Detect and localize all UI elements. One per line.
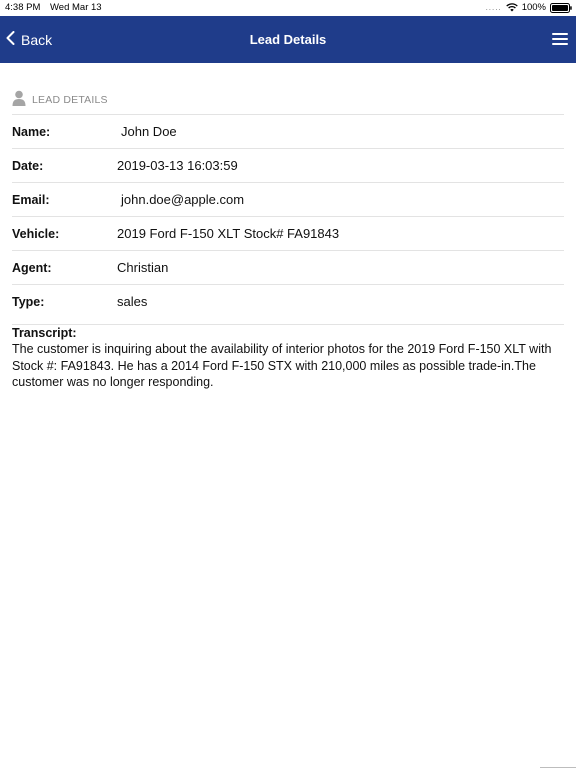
detail-label: Type: [12,294,45,309]
signal-dots: ..... [485,3,502,12]
detail-value: 2019-03-13 16:03:59 [117,158,238,173]
detail-row-date: Date: 2019-03-13 16:03:59 [12,148,564,182]
detail-label: Email: [12,192,50,207]
section-header: LEAD DETAILS [12,90,108,109]
lead-details-list: Name: John Doe Date: 2019-03-13 16:03:59… [12,114,564,318]
transcript-label: Transcript: [12,326,77,340]
detail-row-type: Type: sales [12,284,564,318]
page-title: Lead Details [249,32,327,47]
detail-label: Date: [12,158,44,173]
battery-percent: 100% [521,2,546,13]
transcript-text: The customer is inquiring about the avai… [12,342,552,389]
detail-row-email: Email: john.doe@apple.com [12,182,564,216]
person-icon [12,90,26,109]
email-link[interactable]: john.doe@apple.com [117,192,244,207]
detail-label: Agent: [12,260,52,275]
detail-value: sales [117,294,148,309]
detail-row-vehicle: Vehicle: 2019 Ford F-150 XLT Stock# FA91… [12,216,564,250]
chevron-left-icon [6,31,15,48]
status-time: 4:38 PM [5,2,41,13]
detail-value: Christian [117,260,169,275]
status-bar: 4:38 PM Wed Mar 13 ..... 100% [0,0,576,16]
detail-label: Name: [12,124,51,139]
wifi-icon [505,3,518,12]
detail-value: 2019 Ford F-150 XLT Stock# FA91843 [117,226,340,241]
status-date: Wed Mar 13 [50,2,102,13]
detail-value: John Doe [121,124,177,139]
hamburger-menu-icon[interactable] [552,30,568,48]
detail-label: Vehicle: [12,226,60,241]
navigation-bar: Back Lead Details [0,16,576,63]
back-label: Back [21,31,53,48]
section-title: LEAD DETAILS [32,93,108,106]
detail-row-agent: Agent: Christian [12,250,564,284]
transcript-section: Transcript: The customer is inquiring ab… [12,324,564,391]
status-indicators: ..... 100% [486,2,572,13]
detail-row-name: Name: John Doe [12,114,564,148]
battery-icon [550,2,572,13]
back-button[interactable]: Back [6,16,52,63]
